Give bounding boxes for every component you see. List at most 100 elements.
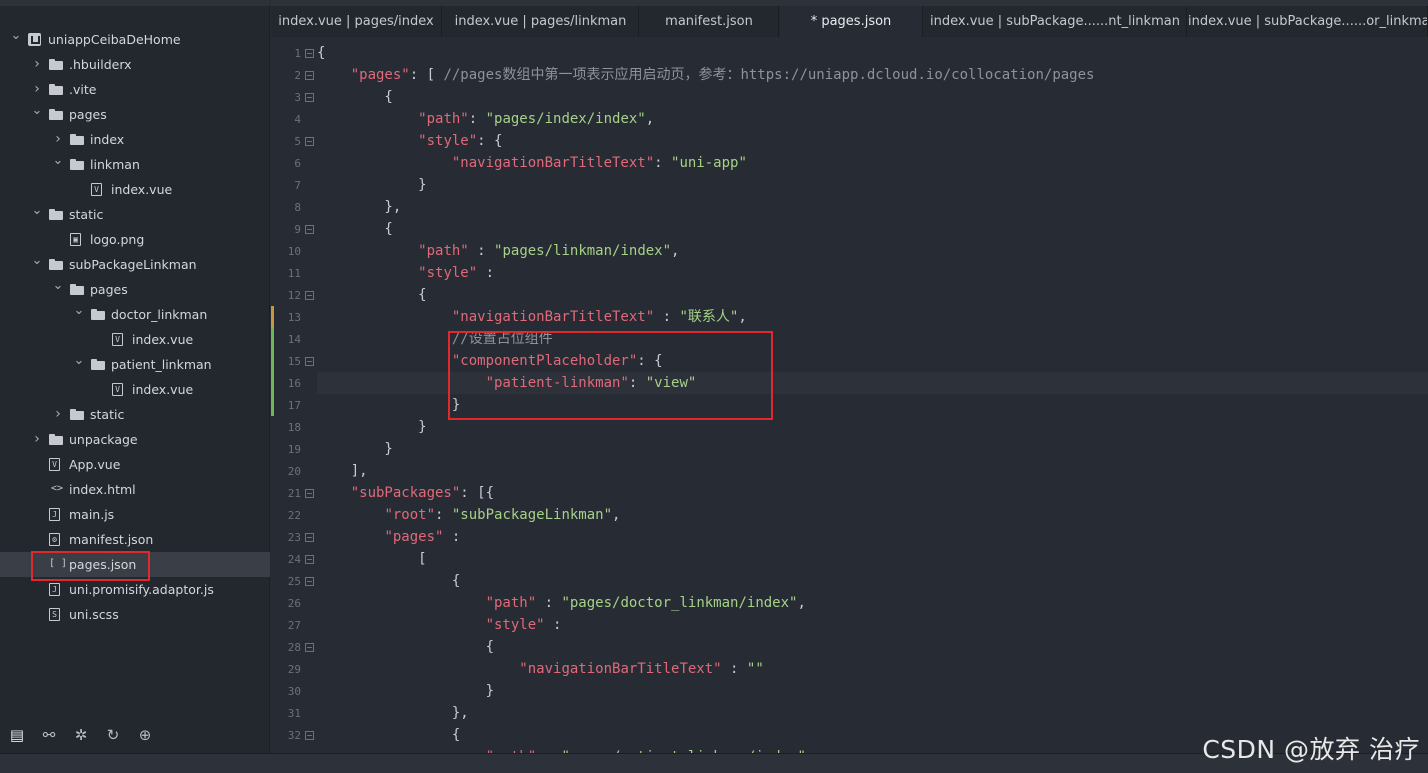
sidebar-toolbar: ▤ ⚯ ✲ ↻ ⊕ — [0, 720, 270, 750]
project-root-icon — [28, 33, 42, 46]
code-line: { — [317, 636, 494, 658]
fold-toggle-icon[interactable]: − — [305, 93, 314, 102]
tree-folder-row[interactable]: ⌄ pages — [0, 102, 270, 127]
fold-toggle-icon[interactable]: − — [305, 71, 314, 80]
code-line: { — [317, 86, 392, 108]
tree-folder-row[interactable]: ⌄ static — [0, 202, 270, 227]
editor-tab[interactable]: index.vue | pages/linkman — [443, 6, 639, 37]
editor-tab[interactable]: manifest.json — [640, 6, 779, 37]
chevron-down-icon[interactable]: ⌄ — [52, 152, 64, 170]
tree-item-label: linkman — [90, 157, 140, 172]
chevron-down-icon[interactable]: ⌄ — [52, 277, 64, 295]
fold-toggle-icon[interactable]: − — [305, 137, 314, 146]
folder-icon — [49, 208, 63, 221]
editor-tab[interactable]: index.vue | subPackage......or_linkman — [1188, 6, 1428, 37]
chevron-down-icon[interactable]: ⌄ — [31, 102, 43, 120]
code-line: "style": { — [317, 130, 502, 152]
tree-folder-row[interactable]: › static — [0, 402, 270, 427]
tree-folder-row[interactable]: › .hbuilderx — [0, 52, 270, 77]
code-punctuation — [317, 111, 418, 127]
tree-folder-row[interactable]: › index — [0, 127, 270, 152]
tree-item-label: main.js — [69, 507, 115, 522]
search-binoculars-icon[interactable]: ⚯ — [38, 724, 60, 746]
chevron-down-icon[interactable]: ⌄ — [73, 352, 85, 370]
tree-file-row[interactable]: Vindex.vue — [0, 377, 270, 402]
tree-file-row[interactable]: ⚙ manifest.json — [0, 527, 270, 552]
chevron-right-icon[interactable]: › — [31, 52, 43, 76]
chevron-right-icon[interactable]: › — [31, 427, 43, 451]
folder-icon — [91, 358, 105, 371]
chevron-down-icon[interactable]: ⌄ — [10, 27, 22, 45]
fold-toggle-icon[interactable]: − — [305, 731, 314, 740]
source-control-icon[interactable]: ↻ — [102, 724, 124, 746]
tree-file-row[interactable]: V App.vue — [0, 452, 270, 477]
tree-file-row[interactable]: <> index.html — [0, 477, 270, 502]
tree-item-label: index — [90, 132, 125, 147]
code-editor[interactable]: 1−2−3−4 5−6 7 8 9−10 11 12−13 14 15−16 17 18 19 20 21… — [271, 37, 1428, 753]
tree-file-row[interactable]: Vindex.vue — [0, 327, 270, 352]
editor-tab[interactable]: index.vue | subPackage......nt_linkman — [924, 6, 1187, 37]
code-punctuation — [317, 67, 351, 83]
line-number: 2 — [294, 69, 301, 82]
code-line: ], — [317, 460, 368, 482]
tree-item-label: index.vue — [132, 332, 194, 347]
json-key: "navigationBarTitleText" — [451, 309, 655, 325]
code-punctuation — [317, 353, 452, 369]
project-explorer-icon[interactable]: ▤ — [6, 724, 28, 746]
fold-toggle-icon[interactable]: − — [305, 489, 314, 498]
fold-toggle-icon[interactable]: − — [305, 225, 314, 234]
chevron-down-icon[interactable]: ⌄ — [73, 302, 85, 320]
tree-file-row[interactable]: Suni.scss — [0, 602, 270, 627]
tree-folder-row[interactable]: ⌄ subPackageLinkman — [0, 252, 270, 277]
code-punctuation: : { — [477, 133, 503, 149]
code-punctuation — [317, 595, 486, 611]
fold-toggle-icon[interactable]: − — [305, 49, 314, 58]
fold-toggle-icon[interactable]: − — [305, 533, 314, 542]
chevron-down-icon[interactable]: ⌄ — [31, 252, 43, 270]
scss-file-icon: S — [49, 608, 63, 621]
tree-file-row[interactable]: ▣ logo.png — [0, 227, 270, 252]
plugin-globe-icon[interactable]: ⊕ — [134, 724, 156, 746]
tree-folder-row[interactable]: ⌄ uniappCeibaDeHome — [0, 27, 270, 52]
folder-icon — [49, 433, 63, 446]
change-marker — [271, 328, 274, 350]
tree-folder-row[interactable]: ⌄ pages — [0, 277, 270, 302]
editor-tab[interactable]: * pages.json — [780, 6, 923, 37]
code-punctuation: : — [468, 111, 486, 127]
chevron-right-icon[interactable]: › — [31, 77, 43, 101]
editor-tab[interactable]: index.vue | pages/index — [271, 6, 442, 37]
line-number: 8 — [294, 201, 301, 214]
code-line: "navigationBarTitleText" : "联系人", — [317, 306, 747, 328]
code-punctuation: , — [645, 111, 655, 127]
code-punctuation — [317, 617, 486, 633]
tree-folder-row[interactable]: ⌄ patient_linkman — [0, 352, 270, 377]
tree-folder-row[interactable]: › unpackage — [0, 427, 270, 452]
fold-toggle-icon[interactable]: − — [305, 555, 314, 564]
fold-toggle-icon[interactable]: − — [305, 643, 314, 652]
debug-bug-icon[interactable]: ✲ — [70, 724, 92, 746]
json-string: "subPackageLinkman" — [451, 507, 613, 523]
fold-toggle-icon[interactable]: − — [305, 577, 314, 586]
json-string: "联系人" — [679, 309, 739, 325]
tree-folder-row[interactable]: ⌄ doctor_linkman — [0, 302, 270, 327]
tree-folder-row[interactable]: ⌄ linkman — [0, 152, 270, 177]
code-punctuation: , — [612, 507, 621, 523]
folder-icon — [91, 308, 105, 321]
code-line: "navigationBarTitleText": "uni-app" — [317, 152, 747, 174]
line-number: 5 — [294, 135, 301, 148]
tree-folder-row[interactable]: › .vite — [0, 77, 270, 102]
code-line: } — [317, 174, 427, 196]
chevron-right-icon[interactable]: › — [52, 402, 64, 426]
line-number: 17 — [287, 399, 301, 412]
line-number: 1 — [294, 47, 301, 60]
fold-toggle-icon[interactable]: − — [305, 291, 314, 300]
folder-icon — [70, 283, 84, 296]
vue-file-icon: V — [49, 458, 63, 471]
fold-toggle-icon[interactable]: − — [305, 357, 314, 366]
tree-file-row[interactable]: Vindex.vue — [0, 177, 270, 202]
chevron-right-icon[interactable]: › — [52, 127, 64, 151]
tree-file-row[interactable]: Jmain.js — [0, 502, 270, 527]
chevron-down-icon[interactable]: ⌄ — [31, 202, 43, 220]
line-number: 7 — [294, 179, 301, 192]
code-punctuation: } — [317, 177, 427, 193]
